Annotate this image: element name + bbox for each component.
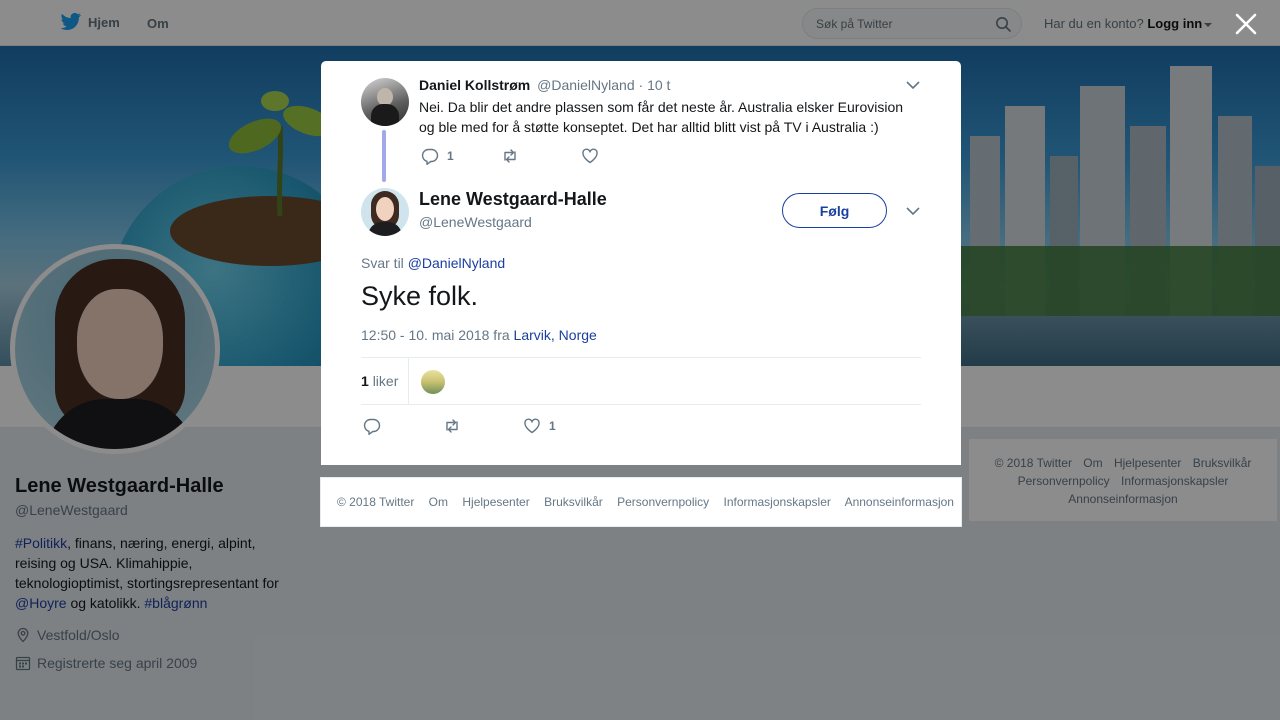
likes-label: liker [372, 373, 399, 389]
main-tweet-actions: 1 [363, 417, 556, 435]
close-icon[interactable] [1234, 12, 1258, 36]
stats-divider [408, 358, 409, 405]
tweet-modal: Daniel Kollstrøm @DanielNyland · 10 t Ne… [321, 61, 961, 465]
reply-icon [363, 418, 381, 435]
reply-button[interactable]: 1 [421, 147, 501, 165]
thread-line [382, 130, 386, 182]
like-button[interactable]: 1 [523, 417, 556, 435]
retweet-button[interactable] [443, 417, 523, 435]
parent-tweet-header: Daniel Kollstrøm @DanielNyland · 10 t [419, 77, 670, 93]
parent-tweet-avatar[interactable] [361, 78, 409, 126]
main-tweet-author-name[interactable]: Lene Westgaard-Halle [419, 189, 607, 210]
main-tweet-text: Syke folk. [361, 281, 479, 311]
heart-icon [582, 148, 598, 164]
retweet-button[interactable] [501, 147, 581, 165]
chevron-down-icon[interactable] [905, 77, 921, 93]
tweet-timestamp: 12:50 - 10. mai 2018 fra [361, 327, 510, 343]
reply-button[interactable] [363, 417, 443, 435]
tweet-stats: 1 liker [361, 357, 921, 405]
follow-button[interactable]: Følg [782, 193, 887, 228]
main-tweet-meta: 12:50 - 10. mai 2018 fra Larvik, Norge [361, 327, 597, 343]
liker-avatar[interactable] [421, 370, 445, 394]
heart-icon [524, 418, 540, 434]
parent-tweet-actions: 1 [421, 147, 599, 165]
modal-footer-link-about[interactable]: Om [429, 495, 448, 509]
parent-tweet-text: Nei. Da blir det andre plassen som får d… [419, 99, 904, 135]
parent-tweet-time[interactable]: · 10 t [639, 77, 671, 93]
retweet-icon [504, 149, 516, 163]
main-tweet-author-handle[interactable]: @LeneWestgaard [419, 214, 532, 230]
like-count: 1 [549, 419, 556, 433]
chevron-down-icon[interactable] [905, 203, 921, 219]
modal-footer-link-ads[interactable]: Annonseinformasjon [845, 495, 954, 509]
retweet-icon [446, 419, 458, 433]
reply-count: 1 [447, 149, 454, 163]
tweet-location-link[interactable]: Larvik, Norge [514, 327, 597, 343]
modal-footer-link-cookies[interactable]: Informasjonskapsler [724, 495, 831, 509]
reply-context: Svar til @DanielNyland [361, 255, 505, 271]
modal-footer-link-terms[interactable]: Bruksvilkår [544, 495, 603, 509]
parent-tweet-author-name[interactable]: Daniel Kollstrøm [419, 77, 530, 93]
modal-footer-link-help[interactable]: Hjelpesenter [462, 495, 529, 509]
reply-prefix: Svar til [361, 255, 404, 271]
parent-tweet-author-handle[interactable]: @DanielNyland [537, 77, 634, 93]
modal-footer-link-privacy[interactable]: Personvernpolicy [617, 495, 709, 509]
main-tweet-avatar[interactable] [361, 188, 409, 236]
modal-footer: © 2018 Twitter Om Hjelpesenter Bruksvilk… [320, 477, 962, 527]
likes-stat[interactable]: 1 liker [361, 373, 398, 389]
reply-icon [421, 148, 439, 165]
likes-count: 1 [361, 373, 369, 389]
like-button[interactable] [581, 147, 599, 165]
reply-to-link[interactable]: @DanielNyland [408, 255, 505, 271]
modal-footer-copyright: © 2018 Twitter [337, 495, 415, 509]
